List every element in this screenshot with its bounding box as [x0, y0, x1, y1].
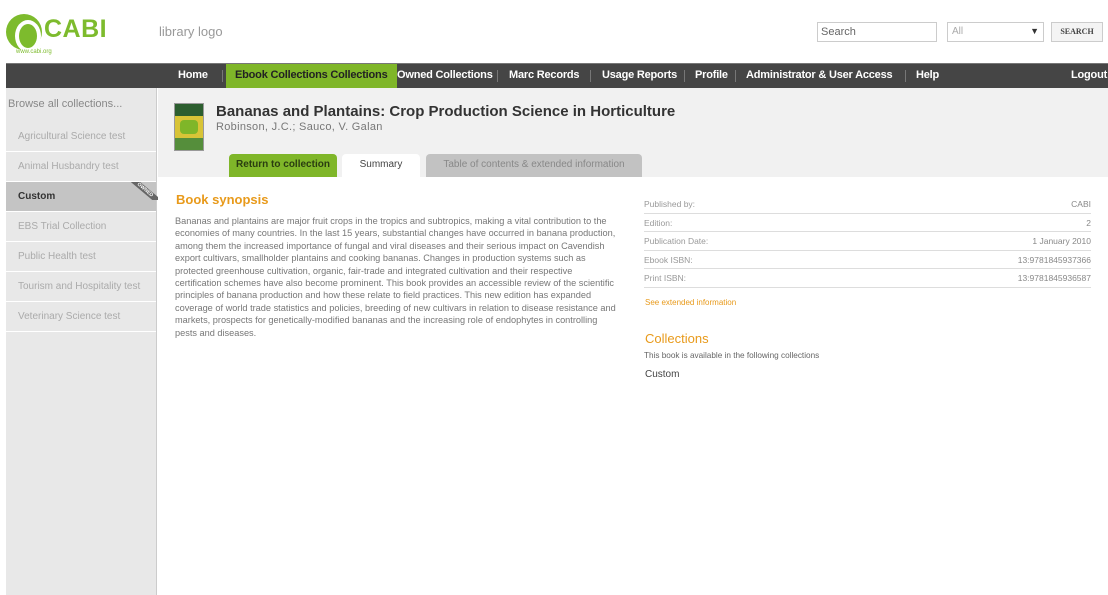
detail-value: CABI [1071, 199, 1091, 209]
nav-separator [735, 70, 736, 82]
search-scope-select[interactable]: All ▼ [947, 22, 1044, 42]
main-nav: Home Ebook Collections Collections Owned… [6, 63, 1108, 88]
cabi-logo-icon [6, 14, 42, 52]
synopsis-text: Bananas and plantains are major fruit cr… [175, 216, 616, 338]
detail-value: 2 [1086, 217, 1091, 228]
see-extended-information-link[interactable]: See extended information [645, 298, 736, 307]
nav-logout[interactable]: Logout [1071, 64, 1107, 88]
detail-label: Publication Date: [644, 236, 709, 247]
nav-separator [497, 70, 498, 82]
nav-ebook-collections[interactable]: Ebook Collections Collections [226, 64, 397, 88]
detail-row-publication-date: Publication Date: 1 January 2010 [644, 232, 1091, 251]
detail-value: 13:9781845937366 [1017, 254, 1091, 265]
collections-subtitle: This book is available in the following … [644, 351, 820, 360]
sidebar-item-agricultural-science[interactable]: Agricultural Science test [6, 122, 156, 152]
cabi-logo-url: www.cabi.org [16, 49, 52, 55]
nav-help[interactable]: Help [916, 64, 939, 88]
search-button[interactable]: SEARCH [1051, 22, 1103, 42]
nav-separator [684, 70, 685, 82]
synopsis-heading: Book synopsis [176, 192, 269, 207]
detail-value: 1 January 2010 [1032, 236, 1091, 247]
search-input[interactable] [817, 22, 937, 42]
nav-separator [905, 70, 906, 82]
book-title: Bananas and Plantains: Crop Production S… [216, 103, 676, 120]
detail-label: Ebook ISBN: [644, 254, 693, 265]
book-cover-image [174, 103, 204, 151]
sidebar-item-public-health[interactable]: Public Health test [6, 242, 156, 272]
sidebar-item-tourism-hospitality[interactable]: Tourism and Hospitality test [6, 272, 156, 302]
tab-summary[interactable]: Summary [342, 154, 420, 177]
nav-profile[interactable]: Profile [695, 64, 728, 88]
cabi-logo[interactable]: CABI www.cabi.org [6, 14, 136, 55]
search-scope-value: All [952, 26, 964, 37]
owned-ribbon: OWNED [128, 182, 158, 200]
detail-label: Published by: [644, 199, 696, 209]
detail-label: Print ISBN: [644, 273, 687, 284]
sidebar-item-animal-husbandry[interactable]: Animal Husbandry test [6, 152, 156, 182]
detail-label: Edition: [644, 217, 673, 228]
sidebar-item-label: Custom [18, 191, 56, 202]
nav-home[interactable]: Home [178, 64, 208, 88]
detail-row-publisher: Published by: CABI [644, 195, 1091, 214]
nav-marc-records[interactable]: Marc Records [509, 64, 580, 88]
library-logo: library logo [159, 24, 223, 39]
collections-heading: Collections [645, 331, 709, 346]
cabi-logo-text: CABI [44, 15, 108, 43]
detail-row-print-isbn: Print ISBN: 13:9781845936587 [644, 269, 1091, 288]
sidebar-item-ebs-trial[interactable]: EBS Trial Collection [6, 212, 156, 242]
tab-table-of-contents[interactable]: Table of contents & extended information [426, 154, 642, 177]
nav-usage-reports[interactable]: Usage Reports [602, 64, 677, 88]
book-authors: Robinson, J.C.; Sauco, V. Galan [216, 121, 383, 133]
sidebar-item-custom[interactable]: Custom OWNED [6, 182, 158, 212]
page-header: CABI www.cabi.org library logo All ▼ SEA… [0, 0, 1108, 62]
sidebar-item-veterinary-science[interactable]: Veterinary Science test [6, 302, 156, 332]
browse-all-collections-link[interactable]: Browse all collections... [6, 88, 156, 122]
detail-row-ebook-isbn: Ebook ISBN: 13:9781845937366 [644, 251, 1091, 270]
nav-admin-user-access[interactable]: Administrator & User Access [746, 64, 893, 88]
nav-owned-collections[interactable]: Owned Collections [397, 64, 493, 88]
book-details-table: Published by: CABI Edition: 2 Publicatio… [644, 195, 1091, 288]
return-to-collection-button[interactable]: Return to collection [229, 154, 337, 177]
collections-sidebar: Browse all collections... Agricultural S… [6, 88, 158, 595]
dropdown-arrow-icon: ▼ [1030, 26, 1039, 36]
owned-badge: OWNED [128, 182, 158, 200]
detail-row-edition: Edition: 2 [644, 214, 1091, 233]
collection-link-custom[interactable]: Custom [645, 369, 679, 380]
detail-value: 13:9781845936587 [1017, 273, 1091, 284]
nav-separator [590, 70, 591, 82]
nav-separator [222, 70, 223, 82]
